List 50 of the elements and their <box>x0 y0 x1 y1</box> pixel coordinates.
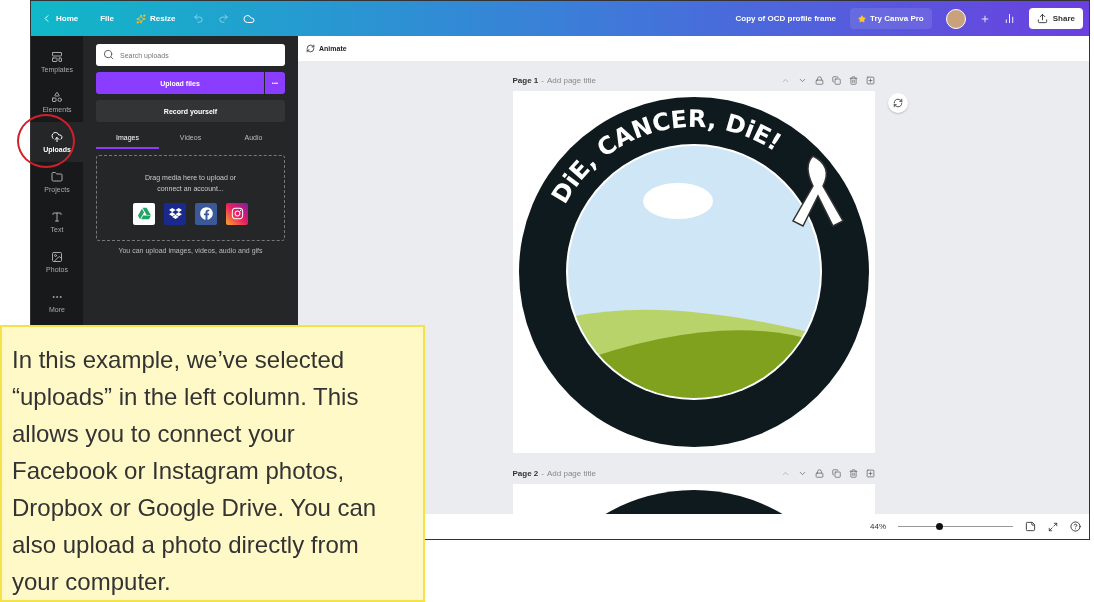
document-title[interactable]: Copy of OCD profile frame <box>735 14 836 23</box>
rail-icon <box>51 211 63 223</box>
chart-icon[interactable] <box>1003 13 1015 24</box>
rail-icon <box>51 251 63 263</box>
refresh-icon <box>893 98 903 108</box>
share-icon <box>1036 13 1048 24</box>
undo-icon[interactable] <box>193 13 205 24</box>
star-icon <box>857 14 866 23</box>
title-separator: - <box>541 76 544 85</box>
add-page-icon[interactable] <box>865 469 875 478</box>
cloud-icon[interactable] <box>243 12 256 25</box>
copy-icon[interactable] <box>831 76 841 85</box>
refresh-button[interactable] <box>888 93 908 113</box>
google-drive-icon[interactable] <box>133 202 155 225</box>
move-down-icon[interactable] <box>797 76 807 85</box>
instagram-icon[interactable] <box>226 202 248 225</box>
pages-icon[interactable] <box>1025 521 1036 532</box>
rail-icon <box>51 91 63 103</box>
share-button[interactable]: Share <box>1028 8 1083 29</box>
title-separator: - <box>541 469 544 478</box>
callout-text: In this example, we’ve selected “uploads” in the left column. This allows you to connect your Facebook or Instagram photos, Dropbox or Google Drive. You can also upload a photo directly from your computer. <box>0 325 425 602</box>
add-page-icon[interactable] <box>865 76 875 85</box>
copy-icon[interactable] <box>831 469 841 478</box>
trash-icon[interactable] <box>848 469 858 478</box>
rail-icon <box>51 51 63 63</box>
plus-icon[interactable] <box>979 13 990 24</box>
resize-label: Resize <box>150 14 176 23</box>
trash-icon[interactable] <box>848 76 858 85</box>
try-pro-button[interactable]: Try Canva Pro <box>849 8 932 29</box>
rail-icon <box>51 171 63 183</box>
zoom-thumb[interactable] <box>936 523 944 530</box>
dropbox-icon[interactable] <box>164 202 186 225</box>
help-icon[interactable] <box>1070 521 1081 532</box>
fullscreen-icon[interactable] <box>1048 521 1058 532</box>
zoom-reading: 44% <box>870 522 886 531</box>
home-label: Home <box>56 14 79 23</box>
redo-icon[interactable] <box>218 13 230 24</box>
page-number: Page 1 <box>512 76 539 85</box>
avatar[interactable] <box>945 8 966 29</box>
highlight-circle <box>17 114 75 168</box>
lock-icon[interactable] <box>814 76 824 85</box>
rail-icon <box>51 131 63 143</box>
animate-icon <box>306 44 315 53</box>
page-number: Page 2 <box>512 469 539 478</box>
share-label: Share <box>1052 14 1075 23</box>
try-pro-label: Try Canva Pro <box>869 14 924 23</box>
search-icon <box>103 49 114 60</box>
move-down-icon[interactable] <box>797 469 807 478</box>
facebook-icon[interactable] <box>195 202 217 225</box>
lock-icon[interactable] <box>814 469 824 478</box>
